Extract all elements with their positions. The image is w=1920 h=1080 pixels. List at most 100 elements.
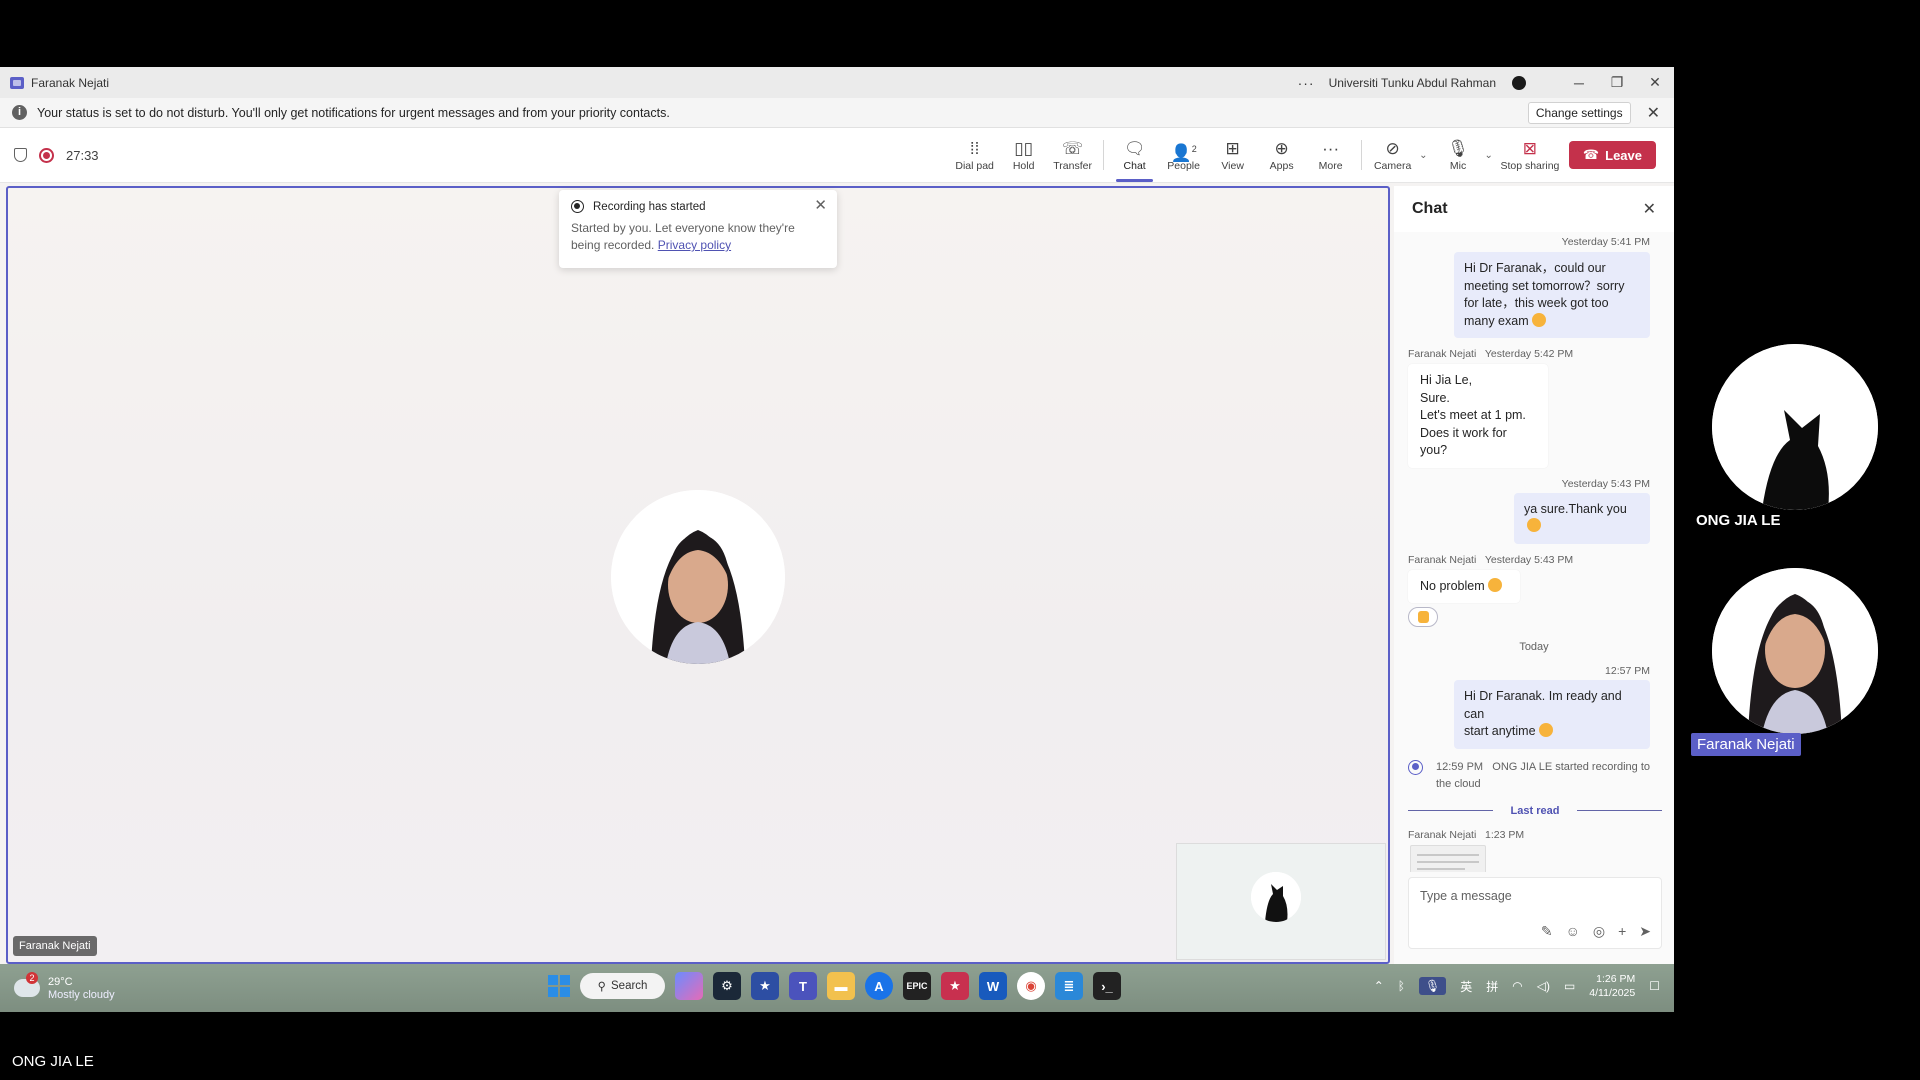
battery-icon[interactable]: ▭ [1564,979,1575,993]
shield-icon[interactable] [14,148,27,162]
change-settings-button[interactable]: Change settings [1527,101,1631,124]
hold-label: Hold [1012,160,1035,172]
terminal-icon[interactable]: ›_ [1093,972,1121,1000]
copilot-icon[interactable] [675,972,703,1000]
notepad-icon[interactable]: ≣ [1055,972,1083,1000]
chat-message[interactable]: ya sure.Thank you [1514,492,1650,544]
mic-button[interactable]: 🎙 Mic [1434,131,1483,179]
transfer-button[interactable]: ☏ Transfer [1048,131,1097,179]
close-window-button[interactable]: ✕ [1636,74,1674,91]
word-icon[interactable]: W [979,972,1007,1000]
recording-indicator-icon[interactable] [39,147,54,163]
people-button[interactable]: 👤2 People [1159,131,1208,179]
chrome-icon[interactable]: ◉ [1017,972,1045,1000]
thumbs-up-reaction[interactable] [1408,607,1438,627]
profile-avatar[interactable] [1512,75,1526,90]
privacy-policy-link[interactable]: Privacy policy [658,238,731,252]
sender-name: Faranak Nejati [1408,553,1477,566]
message-line: Hi Dr Faranak. Im ready and can [1464,689,1622,721]
more-button[interactable]: ··· More [1306,131,1355,179]
transfer-label: Transfer [1053,160,1092,172]
input-method[interactable]: 拼 [1486,978,1498,995]
message-line: many exam [1464,313,1529,328]
last-read-label: Last read [1510,804,1560,817]
file-explorer-icon[interactable]: ▬ [827,972,855,1000]
taskbar-search[interactable]: ⚲ Search [580,973,665,999]
bluetooth-icon[interactable]: ᛒ [1398,979,1405,993]
chat-message[interactable]: Hi Jia Le, Sure. Let's meet at 1 pm. Doe… [1408,364,1548,468]
meeting-toolbar: 27:33 ⁞⁞ Dial pad ▯▯ Hold ☏ Transfer 🗨 C… [0,128,1674,183]
maximize-button[interactable]: ❐ [1598,74,1636,91]
close-chat-icon[interactable]: ✕ [1643,199,1656,219]
minimize-button[interactable]: ─ [1560,75,1598,91]
microphone-in-use-icon[interactable]: 🎙 [1418,977,1447,995]
volume-icon[interactable]: ◁) [1537,979,1550,993]
steam-icon[interactable]: ⚙ [713,972,741,1000]
search-icon: ⚲ [597,981,606,993]
info-icon: i [12,105,27,120]
input-language[interactable]: 英 [1460,978,1472,995]
more-dots-icon: ··· [1322,139,1340,158]
self-video-tile[interactable] [1176,843,1386,960]
temperature: 29°C [48,975,73,988]
status-banner: i Your status is set to do not disturb. … [0,98,1674,128]
apps-button[interactable]: ⊕ Apps [1257,131,1306,179]
chevron-up-icon[interactable]: ⌃ [1374,979,1384,993]
chat-button[interactable]: 🗨 Chat [1110,131,1159,182]
camera-button[interactable]: ⊘ Camera [1368,131,1417,179]
message-line: ya sure.Thank you [1524,501,1627,516]
app-store-icon[interactable]: A [865,972,893,1000]
camera-options-chevron-icon[interactable]: ⌄ [1419,150,1427,161]
windows-start-icon[interactable] [548,975,570,997]
dial-pad-icon: ⁞⁞ [969,139,980,158]
toast-close-icon[interactable]: ✕ [814,196,827,214]
self-avatar [1251,872,1301,922]
pause-icon: ▯▯ [1014,139,1033,158]
notification-badge: 2 [26,972,38,984]
leave-button[interactable]: ☎ Leave [1568,141,1656,169]
teams-logo-icon [10,76,24,89]
message-meta: Faranak Nejati 1:23 PM [1394,829,1674,841]
sender-name: Faranak Nejati [1408,828,1477,841]
chat-panel: Chat ✕ Yesterday 5:41 PM Hi Dr Faranak，c… [1394,186,1674,964]
organization-name[interactable]: Universiti Tunku Abdul Rahman [1329,76,1496,90]
message-meta: Faranak Nejati Yesterday 5:42 PM [1394,348,1674,360]
message-line: Hi Dr Faranak，could our [1464,261,1606,275]
microphone-icon: 🎙 [1447,139,1469,158]
app-icon[interactable]: ★ [941,972,969,1000]
more-options-icon[interactable]: ··· [1298,75,1315,91]
view-button[interactable]: ⊞ View [1208,131,1257,179]
message-line: No problem [1420,578,1485,593]
emoji-icon[interactable]: ☺ [1566,923,1580,940]
phone-hangup-icon: ☎ [1582,147,1600,162]
stop-sharing-button[interactable]: ⊠ Stop sharing [1499,131,1561,179]
recording-toast: Recording has started ✕ Started by you. … [559,190,837,268]
send-icon[interactable]: ➤ [1639,923,1651,940]
dial-pad-button[interactable]: ⁞⁞ Dial pad [950,131,999,179]
attach-plus-icon[interactable]: + [1618,923,1626,940]
chat-message[interactable]: No problem [1408,569,1520,603]
clock[interactable]: 1:26 PM 4/11/2025 [1589,972,1635,1000]
chat-message[interactable]: Hi Dr Faranak. Im ready and can start an… [1454,680,1650,749]
format-icon[interactable]: ✎ [1541,923,1553,940]
chat-label: Chat [1123,160,1146,172]
image-attachment-thumbnail[interactable] [1410,844,1486,872]
loop-icon[interactable]: ◎ [1593,923,1605,940]
teams-taskbar-icon[interactable]: T [789,972,817,1000]
chat-title: Chat [1412,200,1448,217]
weather-widget[interactable]: 2 29°C Mostly cloudy [14,972,115,1001]
message-line: Let's meet at 1 pm. [1420,408,1526,422]
chat-message[interactable]: Hi Dr Faranak，could our meeting set tomo… [1454,252,1650,338]
notifications-icon[interactable]: ☐ [1649,979,1660,993]
message-input[interactable]: Type a message [1420,889,1512,903]
mic-options-chevron-icon[interactable]: ⌄ [1485,150,1493,161]
app-star-icon[interactable]: ★ [751,972,779,1000]
close-banner-icon[interactable]: ✕ [1647,103,1660,123]
epic-games-icon[interactable]: EPIC [903,972,931,1000]
window-titlebar: Faranak Nejati ··· Universiti Tunku Abdu… [0,67,1674,98]
message-composer[interactable]: Type a message ✎ ☺ ◎ + ➤ [1408,877,1662,949]
hold-button[interactable]: ▯▯ Hold [999,131,1048,179]
chat-messages[interactable]: Yesterday 5:41 PM Hi Dr Faranak，could ou… [1394,232,1674,872]
clock-date: 4/11/2025 [1589,987,1636,999]
wifi-icon[interactable]: ◠ [1512,979,1522,993]
